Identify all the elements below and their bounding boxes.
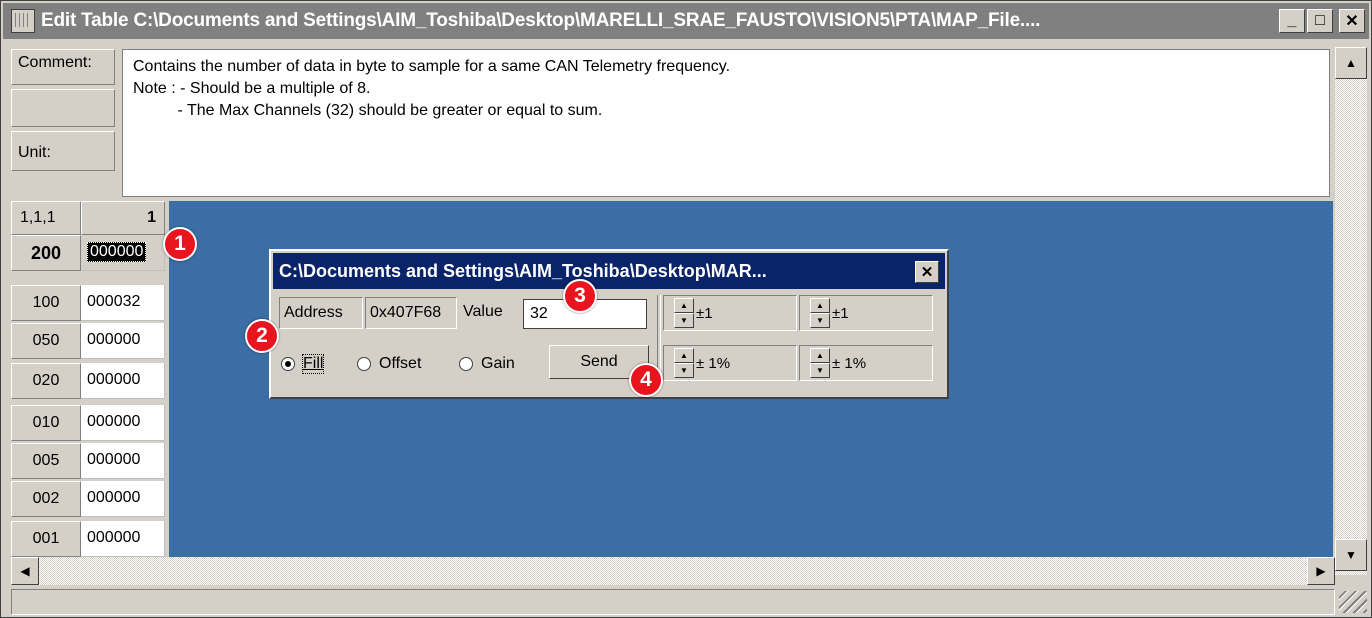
step-pct-a-label: ± 1% bbox=[696, 354, 731, 372]
row-header[interactable]: 001 bbox=[11, 521, 81, 557]
spin-down-icon[interactable]: ▼ bbox=[674, 363, 694, 378]
close-icon: ✕ bbox=[920, 264, 934, 281]
horizontal-scrollbar[interactable]: ◀ ▶ bbox=[11, 557, 1335, 585]
address-value: 0x407F68 bbox=[365, 297, 457, 329]
maximize-button[interactable]: □ bbox=[1307, 9, 1333, 33]
dialog-close-button[interactable]: ✕ bbox=[915, 261, 939, 283]
spin-down-icon[interactable]: ▼ bbox=[810, 313, 830, 328]
spinner-pct-b[interactable]: ▲ ▼ bbox=[810, 348, 830, 378]
annotation-badge-2: 2 bbox=[245, 319, 279, 353]
grid-column-header[interactable]: 1 bbox=[81, 201, 165, 235]
arrow-right-icon: ▶ bbox=[1316, 564, 1326, 578]
radio-gain[interactable]: Gain bbox=[459, 355, 515, 373]
spin-up-icon[interactable]: ▲ bbox=[810, 298, 830, 313]
radio-fill[interactable]: Fill bbox=[281, 354, 325, 374]
spinner-1b[interactable]: ▲ ▼ bbox=[810, 298, 830, 328]
dialog-title: C:\Documents and Settings\AIM_Toshiba\De… bbox=[279, 260, 767, 281]
value-label: Value bbox=[463, 303, 503, 320]
annotation-badge-1: 1 bbox=[163, 227, 197, 261]
arrow-up-icon: ▲ bbox=[1345, 56, 1357, 70]
step-group-pct-b: ▲ ▼ ± 1% bbox=[799, 345, 933, 381]
row-header[interactable]: 050 bbox=[11, 323, 81, 359]
window-titlebar[interactable]: Edit Table C:\Documents and Settings\AIM… bbox=[3, 3, 1369, 39]
radio-fill-dot bbox=[281, 357, 295, 371]
step-pct-b-label: ± 1% bbox=[832, 354, 867, 372]
table-app-icon bbox=[11, 9, 35, 33]
edit-value-dialog: C:\Documents and Settings\AIM_Toshiba\De… bbox=[269, 249, 949, 399]
table-cell[interactable]: 000000 bbox=[81, 323, 165, 359]
row-header[interactable]: 010 bbox=[11, 405, 81, 441]
window-title: Edit Table C:\Documents and Settings\AIM… bbox=[41, 10, 1041, 31]
row-header[interactable]: 020 bbox=[11, 363, 81, 399]
radio-offset-dot bbox=[357, 357, 371, 371]
row-header[interactable]: 005 bbox=[11, 443, 81, 479]
spin-up-icon[interactable]: ▲ bbox=[674, 298, 694, 313]
status-bar bbox=[11, 589, 1335, 615]
scroll-down-button[interactable]: ▼ bbox=[1335, 539, 1367, 571]
step-1a-label: ±1 bbox=[696, 304, 713, 322]
dialog-titlebar[interactable]: C:\Documents and Settings\AIM_Toshiba\De… bbox=[273, 253, 945, 289]
spinner-1a[interactable]: ▲ ▼ bbox=[674, 298, 694, 328]
radio-gain-dot bbox=[459, 357, 473, 371]
spin-up-icon[interactable]: ▲ bbox=[674, 348, 694, 363]
address-label: Address bbox=[279, 297, 363, 329]
table-cell[interactable]: 000000 bbox=[81, 443, 165, 479]
maximize-icon: □ bbox=[1315, 12, 1325, 29]
radio-fill-label: Fill bbox=[301, 354, 325, 374]
grid-corner-label: 1,1,1 bbox=[11, 201, 81, 235]
table-cell[interactable]: 000000 bbox=[81, 363, 165, 399]
radio-offset[interactable]: Offset bbox=[357, 355, 421, 373]
annotation-badge-4: 4 bbox=[629, 363, 663, 397]
resize-grip-icon[interactable] bbox=[1339, 591, 1367, 613]
row-header[interactable]: 100 bbox=[11, 285, 81, 321]
table-cell[interactable]: 000000 bbox=[81, 481, 165, 517]
minimize-icon: _ bbox=[1287, 12, 1297, 29]
radio-gain-label: Gain bbox=[481, 355, 515, 372]
table-cell-selected[interactable]: 000000 bbox=[81, 235, 165, 271]
table-cell[interactable]: 000000 bbox=[81, 405, 165, 441]
minimize-button[interactable]: _ bbox=[1279, 9, 1305, 33]
spin-up-icon[interactable]: ▲ bbox=[810, 348, 830, 363]
row-header[interactable]: 200 bbox=[11, 235, 81, 271]
step-group-1a: ▲ ▼ ±1 bbox=[663, 295, 797, 331]
step-1b-label: ±1 bbox=[832, 304, 849, 322]
arrow-down-icon: ▼ bbox=[1345, 548, 1357, 562]
spin-down-icon[interactable]: ▼ bbox=[674, 313, 694, 328]
radio-offset-label: Offset bbox=[379, 355, 422, 372]
close-icon: ✕ bbox=[1345, 13, 1359, 30]
scroll-up-button[interactable]: ▲ bbox=[1335, 47, 1367, 79]
blank-label bbox=[11, 89, 115, 127]
edit-table-window: Edit Table C:\Documents and Settings\AIM… bbox=[0, 0, 1372, 618]
unit-label: Unit: bbox=[11, 131, 115, 171]
row-header[interactable]: 002 bbox=[11, 481, 81, 517]
comment-label: Comment: bbox=[11, 49, 115, 85]
scroll-left-button[interactable]: ◀ bbox=[11, 557, 39, 585]
close-button[interactable]: ✕ bbox=[1339, 9, 1365, 33]
annotation-badge-3: 3 bbox=[563, 279, 597, 313]
window-controls: _ □ ✕ bbox=[1279, 9, 1365, 33]
vertical-scrollbar[interactable]: ▲ ▼ bbox=[1335, 47, 1367, 575]
step-group-pct-a: ▲ ▼ ± 1% bbox=[663, 345, 797, 381]
scroll-right-button[interactable]: ▶ bbox=[1307, 557, 1335, 585]
table-cell[interactable]: 000000 bbox=[81, 521, 165, 557]
cell-value: 000000 bbox=[87, 242, 147, 262]
comment-text[interactable]: Contains the number of data in byte to s… bbox=[122, 49, 1330, 197]
spinner-pct-a[interactable]: ▲ ▼ bbox=[674, 348, 694, 378]
spin-down-icon[interactable]: ▼ bbox=[810, 363, 830, 378]
step-group-1b: ▲ ▼ ±1 bbox=[799, 295, 933, 331]
arrow-left-icon: ◀ bbox=[20, 564, 30, 578]
table-cell[interactable]: 000032 bbox=[81, 285, 165, 321]
